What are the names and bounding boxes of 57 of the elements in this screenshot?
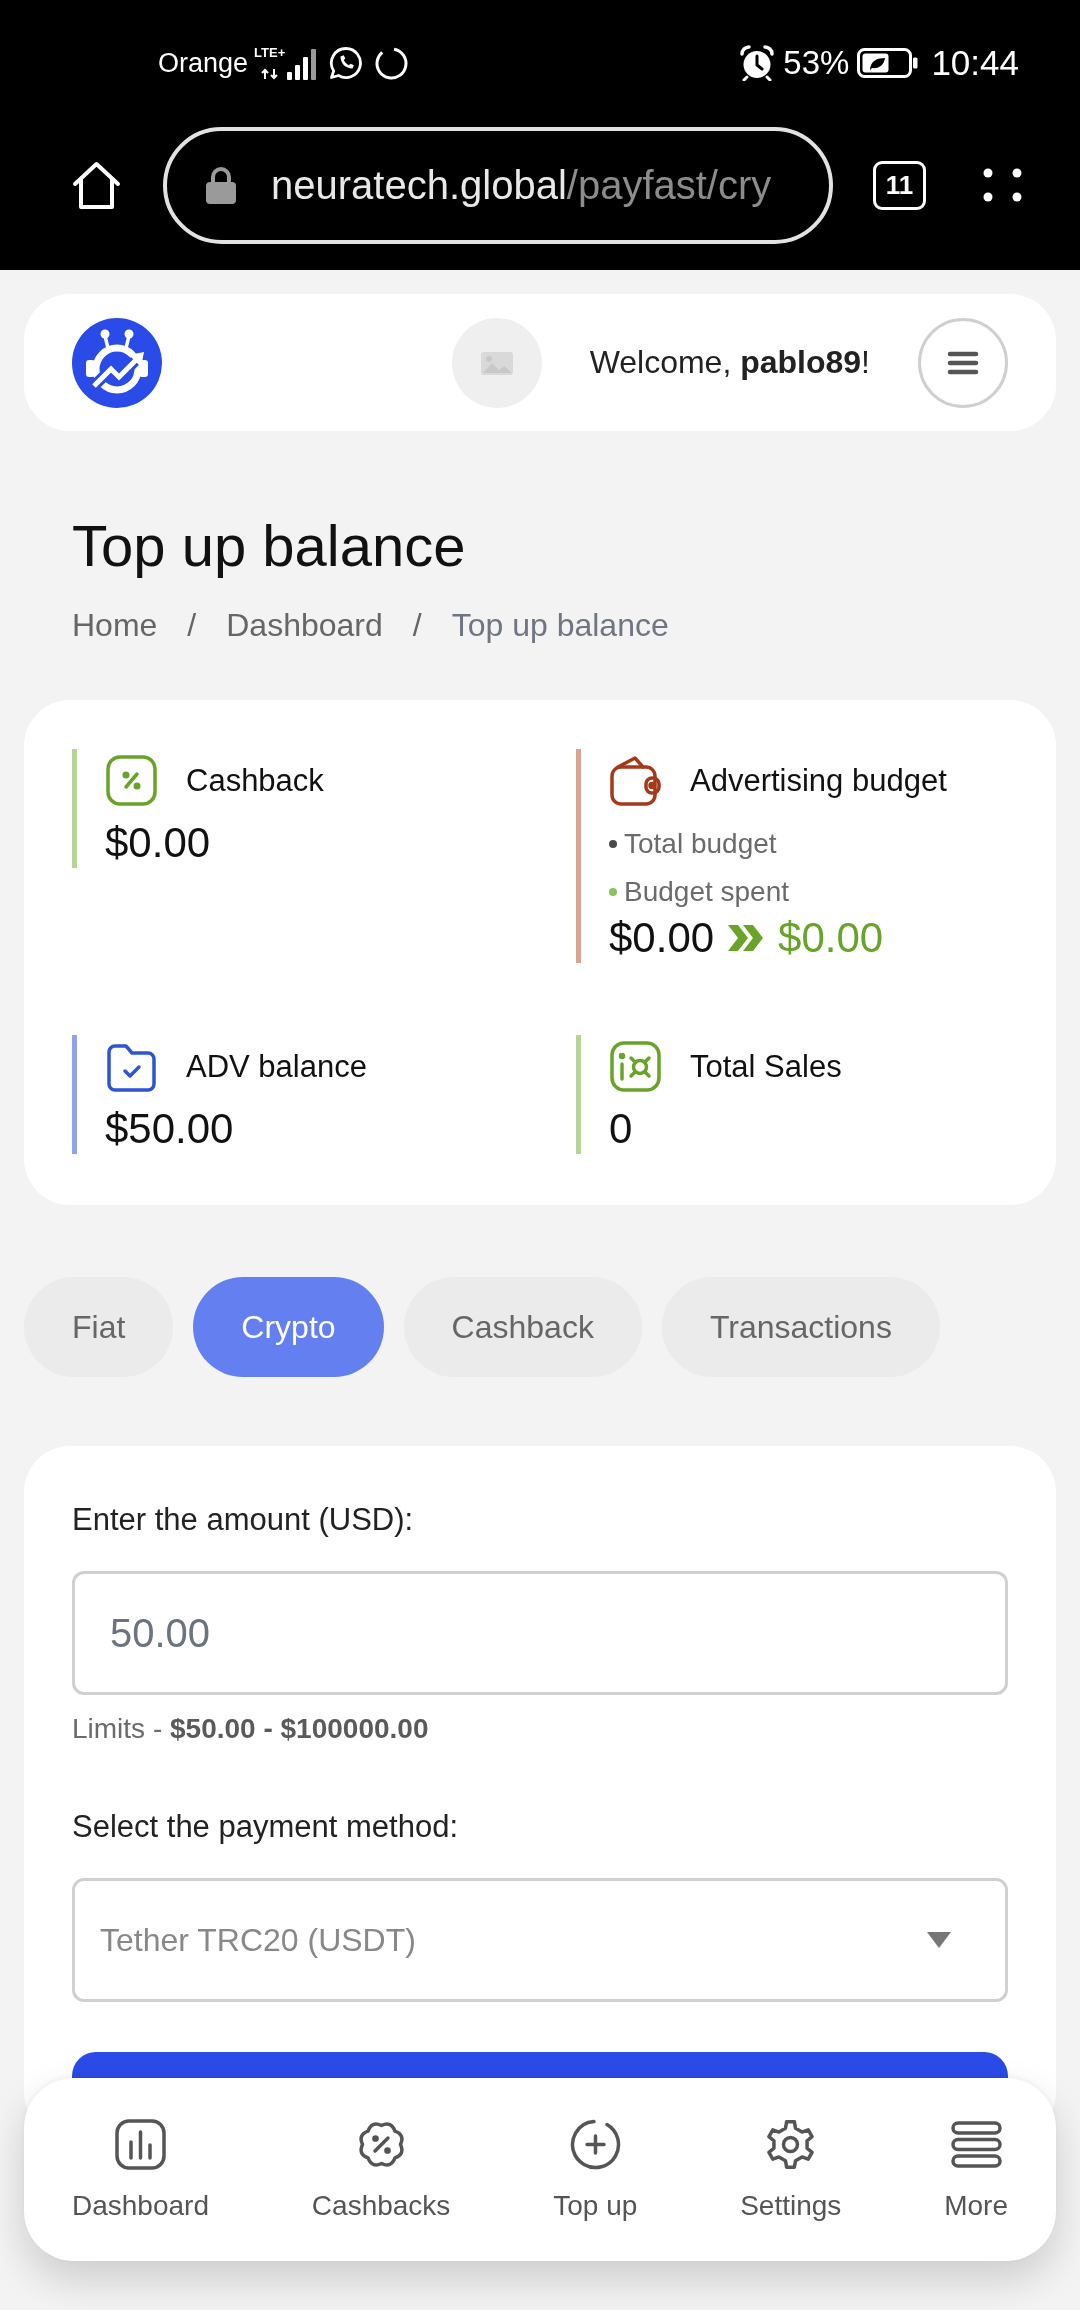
nav-link[interactable]: Dashboard <box>72 2118 209 2226</box>
stat-value: $50.00 <box>105 1104 235 1154</box>
breadcrumb-separator: / <box>187 606 197 645</box>
tab[interactable]: Cashback <box>403 1277 642 1377</box>
tab-count-button[interactable]: 11 <box>873 160 926 210</box>
battery-icon <box>857 48 919 78</box>
percent-icon <box>105 754 158 807</box>
double-chevron-icon <box>728 925 765 951</box>
chat-icon <box>329 46 364 80</box>
legend-label: Total budget <box>624 827 777 861</box>
more-icon[interactable] <box>983 168 1022 202</box>
breadcrumb-current: Top up balance <box>451 606 669 645</box>
stat-value: $0.00 <box>105 818 212 868</box>
welcome-text: Welcome, pablo89! <box>589 344 870 381</box>
nav-link[interactable]: Cashbacks <box>311 2118 451 2226</box>
limits-text: Limits - $50.00 - $100000.00 <box>72 1712 430 1746</box>
image-placeholder-icon <box>451 317 542 408</box>
stat-label: Cashback <box>186 762 324 799</box>
logo-icon <box>72 317 162 408</box>
page-title: Top up balance <box>72 512 467 580</box>
stat-label: ADV balance <box>186 1048 367 1085</box>
lock-icon <box>205 166 237 204</box>
carrier-label: Orange <box>158 47 249 79</box>
clock-time: 10:44 <box>931 43 1019 83</box>
stat-value: 0 <box>609 1104 634 1154</box>
nav-link[interactable]: More <box>944 2118 1008 2226</box>
tab[interactable]: Crypto <box>193 1277 384 1377</box>
breadcrumb-separator: / <box>412 606 422 645</box>
field-label: Select the payment method: <box>72 1808 459 1846</box>
field-label: Enter the amount (USD): <box>72 1501 415 1539</box>
add-circle-icon <box>568 2118 622 2171</box>
menu-icon <box>949 2118 1003 2171</box>
chart-icon <box>114 2118 167 2171</box>
ring-icon <box>374 45 410 81</box>
stat-label: Advertising budget <box>690 762 947 799</box>
amount-input[interactable]: 50.00 <box>72 1571 1008 1695</box>
alarm-clock-icon <box>739 45 776 81</box>
breadcrumb-link[interactable]: Home <box>72 605 158 645</box>
tab[interactable]: Transactions <box>661 1277 940 1377</box>
legend-label: Budget spent <box>624 875 790 909</box>
network-type-label: LTE+ <box>254 46 286 60</box>
nav-link[interactable]: Settings <box>740 2118 842 2226</box>
caret-icon <box>927 1932 951 1948</box>
wallet-icon <box>609 754 662 807</box>
budget-total-value: $0.00 <box>609 913 715 963</box>
nav-link[interactable]: Top up <box>553 2118 638 2226</box>
battery-percent: 53% <box>783 44 850 82</box>
signal-icon <box>287 48 318 80</box>
breadcrumb-link[interactable]: Dashboard <box>226 605 383 645</box>
address-field[interactable]: neuratech.global/payfast/cry <box>163 126 833 244</box>
tab[interactable]: Fiat <box>24 1277 174 1377</box>
data-arrows-icon <box>260 68 281 80</box>
stat-label: Total Sales <box>690 1048 842 1085</box>
currency-icon <box>609 1040 662 1093</box>
menu-icon <box>947 350 979 375</box>
budget-spent-value: $0.00 <box>778 913 884 963</box>
payment-method-select[interactable]: Tether TRC20 (USDT) <box>72 1878 1008 2002</box>
